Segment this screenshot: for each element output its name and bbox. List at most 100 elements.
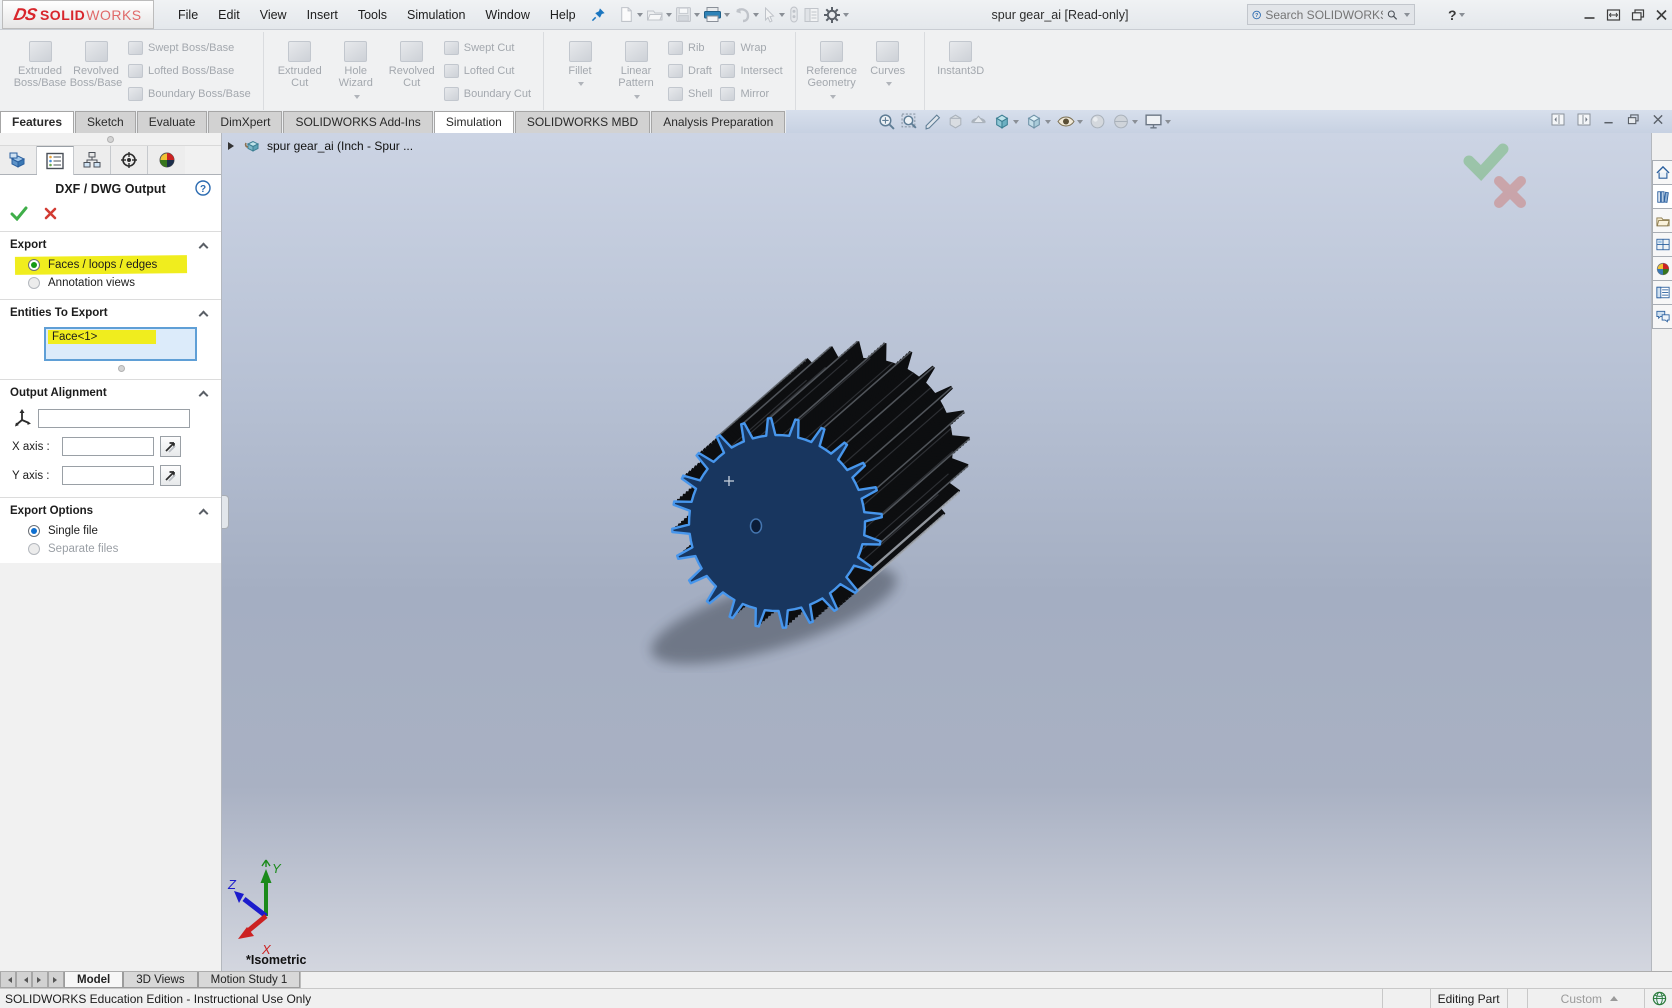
- extruded-cut-button[interactable]: Extruded Cut: [272, 34, 328, 108]
- menu-file[interactable]: File: [168, 3, 208, 27]
- dimxpert-manager-tab[interactable]: [111, 146, 148, 174]
- display-style-icon[interactable]: [1025, 113, 1052, 130]
- revolved-cut-button[interactable]: Revolved Cut: [384, 34, 440, 108]
- tab-analysis-preparation[interactable]: Analysis Preparation: [651, 111, 786, 133]
- lofted-cut-button[interactable]: Lofted Cut: [443, 61, 531, 81]
- select-button[interactable]: [761, 5, 786, 25]
- entities-section-header[interactable]: Entities To Export: [0, 300, 221, 324]
- new-document-button[interactable]: [617, 4, 644, 25]
- display-manager-tab[interactable]: [148, 146, 185, 174]
- dynamic-annotation-views-icon[interactable]: [970, 113, 987, 130]
- view-orientation-icon[interactable]: [993, 113, 1020, 130]
- ok-button[interactable]: [10, 206, 28, 224]
- fillet-button[interactable]: Fillet: [552, 34, 608, 108]
- close-button[interactable]: [1655, 9, 1668, 21]
- home-tab[interactable]: [1652, 160, 1672, 185]
- last-tab-button[interactable]: [48, 972, 64, 988]
- curves-button[interactable]: Curves: [860, 34, 916, 108]
- menu-tools[interactable]: Tools: [348, 3, 397, 27]
- export-section-header[interactable]: Export: [0, 232, 221, 256]
- tab-features[interactable]: Features: [0, 111, 75, 133]
- save-button[interactable]: [674, 4, 701, 25]
- search-options-caret[interactable]: [1404, 13, 1410, 20]
- apply-scene-icon[interactable]: [1112, 113, 1139, 130]
- confirm-cancel-icon[interactable]: [1494, 176, 1526, 208]
- rib-button[interactable]: Rib: [668, 38, 712, 58]
- boundary-cut-button[interactable]: Boundary Cut: [443, 84, 531, 104]
- selection-filter-icon[interactable]: [787, 4, 801, 25]
- view-palette-tab[interactable]: [1652, 232, 1672, 257]
- list-item[interactable]: Face<1>: [48, 330, 156, 344]
- instant3d-button[interactable]: Instant3D: [933, 34, 989, 108]
- configuration-manager-tab[interactable]: [74, 146, 111, 174]
- y-axis-reverse-button[interactable]: [160, 465, 181, 486]
- intersect-button[interactable]: Intersect: [720, 61, 783, 81]
- document-close-icon[interactable]: [1652, 114, 1664, 125]
- single-file-radio-button[interactable]: [28, 525, 40, 537]
- restore-button[interactable]: [1631, 9, 1645, 21]
- radio-single-file[interactable]: Single file: [0, 522, 221, 540]
- menu-view[interactable]: View: [250, 3, 297, 27]
- 3d-views-tab[interactable]: 3D Views: [123, 972, 198, 988]
- linear-pattern-button[interactable]: Linear Pattern: [608, 34, 664, 108]
- entities-to-export-list[interactable]: Face<1>: [44, 327, 197, 361]
- model-tab[interactable]: Model: [64, 972, 124, 988]
- x-axis-input[interactable]: [62, 437, 154, 456]
- lofted-boss-button[interactable]: Lofted Boss/Base: [128, 61, 251, 81]
- forum-tab[interactable]: [1652, 304, 1672, 329]
- units-caret-icon[interactable]: [1610, 992, 1618, 1001]
- radio-faces-loops-edges[interactable]: Faces / loops / edges: [0, 255, 221, 275]
- motion-study-tab[interactable]: Motion Study 1: [197, 972, 301, 988]
- zoom-to-fit-icon[interactable]: [878, 113, 895, 130]
- minimize-button[interactable]: [1583, 9, 1596, 21]
- appearances-tab[interactable]: [1652, 256, 1672, 281]
- panel-help-icon[interactable]: ?: [195, 180, 211, 199]
- help-search-box[interactable]: ?: [1247, 4, 1415, 25]
- wrap-button[interactable]: Wrap: [720, 38, 782, 58]
- window-split-right-icon[interactable]: [1577, 113, 1591, 126]
- first-tab-button[interactable]: [0, 972, 16, 988]
- next-tab-button[interactable]: [32, 972, 48, 988]
- radio-annotation-views[interactable]: Annotation views: [0, 274, 221, 292]
- swept-cut-button[interactable]: Swept Cut: [443, 38, 531, 58]
- flyout-feature-tree[interactable]: spur gear_ai (Inch - Spur ...: [228, 138, 413, 153]
- menu-help[interactable]: Help: [540, 3, 586, 27]
- swept-boss-button[interactable]: Swept Boss/Base: [128, 38, 251, 58]
- shell-button[interactable]: Shell: [668, 84, 712, 104]
- file-explorer-tab[interactable]: [1652, 208, 1672, 233]
- help-button[interactable]: ?: [1448, 7, 1465, 23]
- separate-files-radio-button[interactable]: [28, 543, 40, 555]
- reference-geometry-button[interactable]: Reference Geometry: [804, 34, 860, 108]
- tab-solidworks-addins[interactable]: SOLIDWORKS Add-Ins: [283, 111, 433, 133]
- previous-view-icon[interactable]: [924, 113, 941, 130]
- section-view-icon[interactable]: [947, 113, 964, 130]
- mirror-button[interactable]: Mirror: [720, 84, 782, 104]
- boundary-boss-button[interactable]: Boundary Boss/Base: [128, 84, 251, 104]
- menu-insert[interactable]: Insert: [297, 3, 348, 27]
- tab-simulation[interactable]: Simulation: [433, 111, 514, 133]
- menu-edit[interactable]: Edit: [208, 3, 250, 27]
- tab-evaluate[interactable]: Evaluate: [136, 111, 208, 133]
- hole-wizard-button[interactable]: Hole Wizard: [328, 34, 384, 108]
- annotation-radio-button[interactable]: [28, 277, 40, 289]
- tab-sketch[interactable]: Sketch: [75, 111, 136, 133]
- feature-manager-tab[interactable]: [0, 146, 37, 174]
- design-library-tab[interactable]: [1652, 184, 1672, 209]
- properties-icon[interactable]: [802, 5, 821, 25]
- edit-appearance-icon[interactable]: [1089, 113, 1106, 130]
- menu-simulation[interactable]: Simulation: [397, 3, 475, 27]
- document-minimize-icon[interactable]: [1603, 114, 1615, 125]
- export-options-section-header[interactable]: Export Options: [0, 498, 221, 522]
- options-gear-button[interactable]: [822, 4, 850, 26]
- units-selector[interactable]: Custom: [1561, 992, 1602, 1006]
- x-axis-reverse-button[interactable]: [160, 436, 181, 457]
- cancel-button[interactable]: [44, 207, 57, 223]
- revolved-boss-button[interactable]: Revolved Boss/Base: [68, 34, 124, 108]
- zoom-to-area-icon[interactable]: [901, 113, 918, 130]
- view-settings-icon[interactable]: [1144, 113, 1172, 130]
- pin-menu-icon[interactable]: [590, 5, 607, 24]
- search-icon[interactable]: [1387, 7, 1398, 23]
- origin-input[interactable]: [38, 408, 190, 428]
- window-split-left-icon[interactable]: [1551, 113, 1565, 126]
- flyout-tree-label[interactable]: spur gear_ai (Inch - Spur ...: [267, 139, 413, 153]
